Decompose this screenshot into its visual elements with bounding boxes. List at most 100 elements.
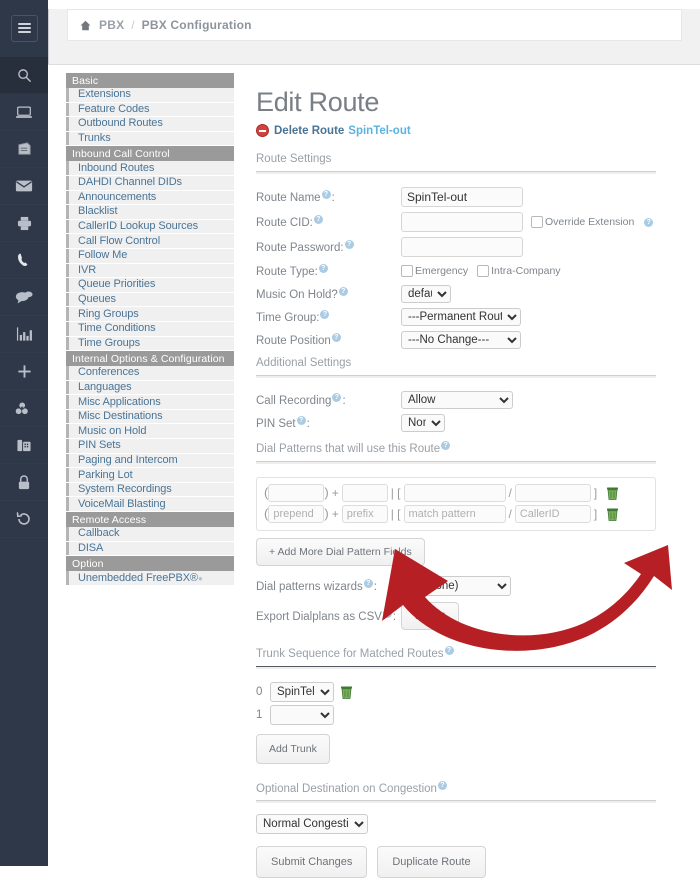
menu-link[interactable]: Extensions xyxy=(78,88,131,101)
trunk-select[interactable] xyxy=(270,704,334,725)
menu-link[interactable]: Queue Priorities xyxy=(78,278,155,291)
rail-item-fax[interactable] xyxy=(0,427,48,464)
add-trunk-button[interactable]: Add Trunk xyxy=(256,733,330,764)
menu-item-extensions[interactable]: Extensions xyxy=(66,88,234,103)
breadcrumb-item-pbx[interactable]: PBX xyxy=(99,18,124,32)
menu-item-time-conditions[interactable]: Time Conditions xyxy=(66,321,234,337)
menu-link[interactable]: Misc Destinations xyxy=(78,410,163,423)
help-icon[interactable]: ? xyxy=(296,416,306,426)
menu-item-inbound-routes[interactable]: Inbound Routes xyxy=(66,161,234,176)
menu-link[interactable]: Parking Lot xyxy=(78,469,133,482)
menu-link[interactable]: Trunks xyxy=(78,132,111,145)
trash-icon[interactable] xyxy=(340,685,353,699)
time-group-select[interactable]: ---Permanent Route--- xyxy=(401,308,521,326)
delete-route-label[interactable]: Delete Route xyxy=(274,125,344,137)
help-icon[interactable]: ? xyxy=(363,578,373,588)
help-icon[interactable]: ? xyxy=(437,780,447,790)
export-button[interactable]: Export xyxy=(401,601,460,630)
congestion-destination-select[interactable]: Normal Congestion xyxy=(256,814,368,835)
rail-item-security[interactable] xyxy=(0,464,48,501)
route-cid-input[interactable] xyxy=(401,212,523,232)
menu-item-conferences[interactable]: Conferences xyxy=(66,366,234,381)
menu-item-trunks[interactable]: Trunks xyxy=(66,131,234,147)
menu-item-music-on-hold[interactable]: Music on Hold xyxy=(66,424,234,440)
menu-item-misc-destinations[interactable]: Misc Destinations xyxy=(66,409,234,425)
menu-item-feature-codes[interactable]: Feature Codes xyxy=(66,102,234,118)
rail-item-phone[interactable] xyxy=(0,242,48,279)
submit-changes-button[interactable]: Submit Changes xyxy=(256,846,368,878)
rail-item-add[interactable] xyxy=(0,353,48,390)
rail-item-messages[interactable] xyxy=(0,168,48,205)
menu-item-paging-and-intercom[interactable]: Paging and Intercom xyxy=(66,453,234,469)
menu-link[interactable]: Misc Applications xyxy=(78,396,161,409)
menu-link[interactable]: PIN Sets xyxy=(78,439,121,452)
rail-item-fax-machine[interactable] xyxy=(0,131,48,168)
help-icon[interactable]: ? xyxy=(331,333,341,343)
menu-link[interactable]: Blacklist xyxy=(78,205,118,218)
menu-link[interactable]: Conferences xyxy=(78,366,139,379)
route-name-input[interactable] xyxy=(401,187,523,207)
menu-link[interactable]: Languages xyxy=(78,381,132,394)
menu-link[interactable]: Music on Hold xyxy=(78,425,147,438)
menu-item-announcements[interactable]: Announcements xyxy=(66,190,234,206)
help-icon[interactable]: ? xyxy=(320,310,330,320)
menu-item-parking-lot[interactable]: Parking Lot xyxy=(66,468,234,483)
override-extension-checkbox[interactable] xyxy=(531,216,543,228)
dial-pattern-match-input[interactable] xyxy=(403,483,506,502)
menu-item-time-groups[interactable]: Time Groups xyxy=(66,336,234,352)
help-icon[interactable]: ? xyxy=(382,608,392,618)
menu-item-misc-applications[interactable]: Misc Applications xyxy=(66,395,234,410)
menu-link[interactable]: Call Flow Control xyxy=(78,235,160,248)
menu-item-outbound-routes[interactable]: Outbound Routes xyxy=(66,117,234,132)
dial-patterns-wizard-select[interactable]: (pick one) xyxy=(401,575,511,596)
help-icon[interactable]: ? xyxy=(441,441,451,450)
menu-link[interactable]: CallerID Lookup Sources xyxy=(78,220,198,233)
rail-item-chat[interactable] xyxy=(0,279,48,316)
menu-link[interactable]: Outbound Routes xyxy=(78,117,163,130)
delete-icon[interactable] xyxy=(256,124,269,137)
call-recording-select[interactable]: Allow xyxy=(401,391,513,409)
help-icon[interactable]: ? xyxy=(644,217,654,227)
rail-item-search[interactable] xyxy=(0,57,48,94)
help-icon[interactable]: ? xyxy=(344,240,354,250)
route-password-input[interactable] xyxy=(401,237,523,257)
menu-item-callback[interactable]: Callback xyxy=(66,527,234,542)
menu-link[interactable]: Paging and Intercom xyxy=(78,454,178,467)
dial-pattern-callerid-input[interactable] xyxy=(514,483,591,502)
menu-item-ring-groups[interactable]: Ring Groups xyxy=(66,307,234,322)
menu-link[interactable]: Unembedded FreePBX® xyxy=(78,572,198,585)
trash-icon[interactable] xyxy=(606,507,619,521)
help-icon[interactable]: ? xyxy=(332,393,342,403)
menu-link[interactable]: Inbound Routes xyxy=(78,162,154,175)
menu-item-callerid-lookup-sources[interactable]: CallerID Lookup Sources xyxy=(66,219,234,235)
menu-link[interactable]: IVR xyxy=(78,264,96,277)
menu-link[interactable]: System Recordings xyxy=(78,483,172,496)
rail-item-print[interactable] xyxy=(0,205,48,242)
rail-item-history[interactable] xyxy=(0,501,48,538)
delete-route-row[interactable]: Delete Route SpinTel-out xyxy=(256,124,700,137)
menu-link[interactable]: Follow Me xyxy=(78,249,127,262)
dial-pattern-prefix-input[interactable] xyxy=(341,504,388,523)
menu-toggle-button[interactable] xyxy=(10,14,38,42)
rail-item-dashboard[interactable] xyxy=(0,94,48,131)
route-position-select[interactable]: ---No Change--- xyxy=(401,331,521,349)
menu-item-queues[interactable]: Queues xyxy=(66,292,234,308)
menu-item-call-flow-control[interactable]: Call Flow Control xyxy=(66,234,234,249)
menu-link[interactable]: Time Conditions xyxy=(78,322,156,335)
menu-item-queue-priorities[interactable]: Queue Priorities xyxy=(66,278,234,293)
trunk-select[interactable]: SpinTel xyxy=(270,681,334,702)
menu-link[interactable]: Ring Groups xyxy=(78,308,139,321)
dial-pattern-prepend-input[interactable] xyxy=(268,504,325,523)
dial-pattern-prepend-input[interactable] xyxy=(268,483,325,502)
dial-pattern-prefix-input[interactable] xyxy=(341,483,388,502)
menu-link[interactable]: Queues xyxy=(78,293,116,306)
menu-link[interactable]: Feature Codes xyxy=(78,103,150,116)
duplicate-route-button[interactable]: Duplicate Route xyxy=(377,846,486,878)
rail-item-reports[interactable] xyxy=(0,316,48,353)
emergency-checkbox[interactable] xyxy=(401,265,413,277)
menu-link[interactable]: Callback xyxy=(78,527,119,540)
menu-item-system-recordings[interactable]: System Recordings xyxy=(66,482,234,498)
intra-company-checkbox[interactable] xyxy=(477,265,490,277)
pin-set-select[interactable]: None xyxy=(401,414,445,432)
music-on-hold-select[interactable]: default xyxy=(401,285,451,303)
